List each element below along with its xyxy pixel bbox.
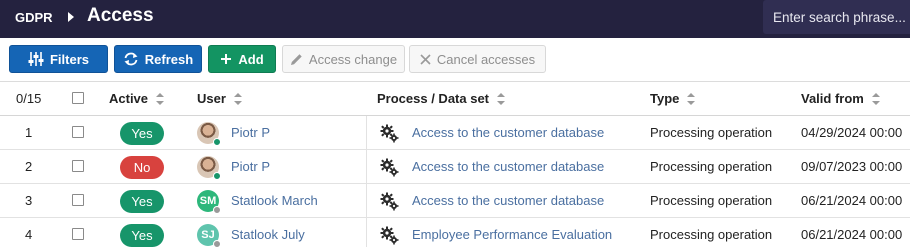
process-link[interactable]: Access to the customer database [412,193,604,208]
table-row[interactable]: 3 Yes SM Statlook March Access to the cu… [0,184,910,218]
select-all-checkbox[interactable] [72,92,84,104]
user-link[interactable]: Piotr P [231,125,270,140]
close-icon [420,53,431,65]
column-active[interactable]: Active [109,91,165,106]
user-status-dot [213,206,221,214]
sort-icon[interactable] [156,92,165,105]
filters-label: Filters [49,51,89,67]
row-checkbox[interactable] [72,228,84,240]
column-type-label: Type [650,91,680,106]
column-user[interactable]: User [197,91,242,106]
column-valid-from-label: Valid from [801,91,864,106]
add-button[interactable]: Add [208,45,276,73]
add-label: Add [238,51,264,67]
column-type[interactable]: Type [650,91,696,106]
table-row[interactable]: 4 Yes SJ Statlook July Employee Performa… [0,218,910,247]
column-process[interactable]: Process / Data set [377,91,506,106]
table-header: 0/15 Active User Process / Data set Type… [0,82,910,116]
page-title: Access [87,5,154,26]
process-link[interactable]: Access to the customer database [412,159,604,174]
row-checkbox[interactable] [72,126,84,138]
gears-icon [380,124,399,143]
cancel-accesses-button[interactable]: Cancel accesses [409,45,546,73]
gears-icon [380,158,399,177]
avatar [197,156,221,180]
refresh-icon [124,52,138,66]
sort-icon[interactable] [233,92,242,105]
avatar: SM [197,190,221,214]
user-status-dot [213,138,221,146]
app-name[interactable]: GDPR [15,10,53,25]
filters-button[interactable]: Filters [9,45,108,73]
plus-icon [221,54,232,64]
user-link[interactable]: Piotr P [231,159,270,174]
toolbar: Filters Refresh Add Access change Cancel… [0,38,910,82]
column-valid-from[interactable]: Valid from [801,91,880,106]
row-number: 2 [25,159,33,174]
active-status-badge: Yes [120,190,164,213]
search-box[interactable] [763,0,910,34]
row-number: 1 [25,125,33,140]
process-link[interactable]: Employee Performance Evaluation [412,227,612,242]
sliders-icon [28,52,44,66]
column-user-label: User [197,91,226,106]
type-text: Processing operation [650,125,773,140]
type-text: Processing operation [650,159,773,174]
user-link[interactable]: Statlook July [231,227,305,242]
top-bar: GDPR Access [0,0,910,38]
selection-count: 0/15 [16,91,42,106]
sort-icon[interactable] [687,92,696,105]
access-change-button[interactable]: Access change [282,45,405,73]
refresh-label: Refresh [144,51,194,67]
type-text: Processing operation [650,193,773,208]
type-text: Processing operation [650,227,773,242]
table-row[interactable]: 2 No Piotr P Access to the customer data… [0,150,910,184]
sort-icon[interactable] [497,92,506,105]
row-checkbox[interactable] [72,160,84,172]
column-active-label: Active [109,91,149,106]
user-link[interactable]: Statlook March [231,193,318,208]
table-row[interactable]: 1 Yes Piotr P Access to the customer dat… [0,116,910,150]
search-input[interactable] [763,0,910,34]
user-status-dot [213,172,221,180]
row-checkbox[interactable] [72,194,84,206]
valid-from-text: 09/07/2023 00:00 [801,159,903,174]
pencil-icon [290,53,302,65]
access-change-label: Access change [308,51,398,67]
process-link[interactable]: Access to the customer database [412,125,604,140]
user-status-dot [213,240,221,247]
valid-from-text: 06/21/2024 00:00 [801,227,903,242]
cancel-accesses-label: Cancel accesses [436,51,536,67]
valid-from-text: 06/21/2024 00:00 [801,193,903,208]
row-number: 3 [25,193,33,208]
gears-icon [380,192,399,211]
breadcrumb-arrow-icon [68,12,74,22]
sort-icon[interactable] [871,92,880,105]
active-status-badge: Yes [120,122,164,145]
active-status-badge: Yes [120,224,164,247]
row-number: 4 [25,227,33,242]
column-process-label: Process / Data set [377,91,490,106]
avatar [197,122,221,146]
refresh-button[interactable]: Refresh [114,45,202,73]
avatar: SJ [197,224,221,247]
gears-icon [380,226,399,245]
valid-from-text: 04/29/2024 00:00 [801,125,903,140]
active-status-badge: No [120,156,164,179]
